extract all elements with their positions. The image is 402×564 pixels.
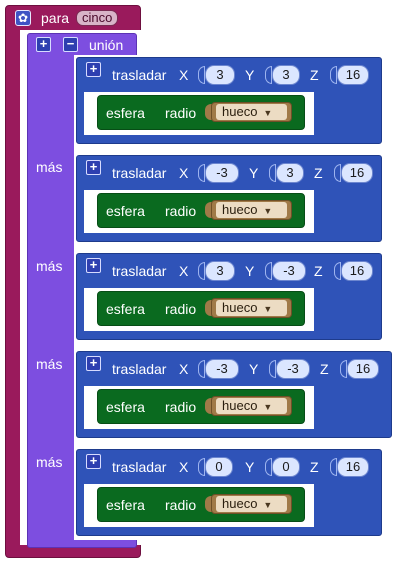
radius-variable-dropdown[interactable]: hueco ▼ <box>216 202 287 218</box>
z-label: Z <box>310 67 319 83</box>
union-else-label: más <box>36 356 63 372</box>
chevron-down-icon: ▼ <box>263 304 273 314</box>
radius-variable-dropdown[interactable]: hueco ▼ <box>216 104 287 120</box>
x-label: X <box>179 67 189 83</box>
sphere-label: esfera <box>106 301 145 317</box>
remove-input-button[interactable]: − <box>63 37 78 52</box>
z-label: Z <box>320 361 329 377</box>
translate-label: trasladar <box>112 459 167 475</box>
variable-name: hueco <box>222 496 258 511</box>
radius-variable-dropdown[interactable]: hueco ▼ <box>216 398 287 414</box>
z-value-field[interactable]: 16 <box>341 261 373 281</box>
translate-label: trasladar <box>112 361 167 377</box>
translate-plus-button[interactable]: + <box>86 454 101 469</box>
x-slot-connector <box>198 164 205 182</box>
z-value-field[interactable]: 16 <box>337 65 369 85</box>
z-slot-connector <box>334 262 341 280</box>
z-label: Z <box>314 263 323 279</box>
chevron-down-icon: ▼ <box>263 108 273 118</box>
procedure-name-field[interactable]: cinco <box>76 10 119 26</box>
translate-plus-button[interactable]: + <box>86 62 101 77</box>
x-label: X <box>179 459 189 475</box>
translate-plus-button[interactable]: + <box>86 258 101 273</box>
chevron-down-icon: ▼ <box>263 402 273 412</box>
translate-label: trasladar <box>112 67 167 83</box>
radius-label: radio <box>165 203 197 219</box>
y-slot-connector <box>265 262 272 280</box>
variable-name: hueco <box>222 398 258 413</box>
translate-plus-button[interactable]: + <box>86 356 101 371</box>
x-value-field[interactable]: 3 <box>205 65 235 85</box>
x-label: X <box>179 165 189 181</box>
union-label: unión <box>89 37 124 53</box>
x-slot-connector <box>198 458 205 476</box>
y-label: Y <box>249 165 259 181</box>
sphere-label: esfera <box>106 497 145 513</box>
x-slot-connector <box>198 66 205 84</box>
x-slot-connector <box>198 262 205 280</box>
variable-name: hueco <box>222 300 258 315</box>
sphere-label: esfera <box>106 203 145 219</box>
x-value-field[interactable]: 3 <box>205 261 235 281</box>
y-value-field[interactable]: 3 <box>276 163 304 183</box>
z-slot-connector <box>340 360 347 378</box>
z-slot-connector <box>330 458 337 476</box>
y-slot-connector <box>265 66 272 84</box>
radius-label: radio <box>165 301 197 317</box>
x-label: X <box>179 361 189 377</box>
sphere-label: esfera <box>106 399 145 415</box>
radius-variable-dropdown[interactable]: hueco ▼ <box>216 300 287 316</box>
radius-label: radio <box>165 105 197 121</box>
z-value-field[interactable]: 16 <box>341 163 373 183</box>
y-slot-connector <box>269 164 276 182</box>
union-else-label: más <box>36 454 63 470</box>
x-value-field[interactable]: -3 <box>205 359 239 379</box>
z-value-field[interactable]: 16 <box>347 359 379 379</box>
y-label: Y <box>245 263 255 279</box>
union-else-label: más <box>36 258 63 274</box>
z-value-field[interactable]: 16 <box>337 457 369 477</box>
z-label: Z <box>310 459 319 475</box>
y-label: Y <box>245 67 255 83</box>
y-slot-connector <box>269 360 276 378</box>
union-else-label: más <box>36 159 63 175</box>
translate-label: trasladar <box>112 263 167 279</box>
procedure-keyword: para <box>41 10 70 26</box>
radius-label: radio <box>165 497 197 513</box>
chevron-down-icon: ▼ <box>263 206 273 216</box>
z-label: Z <box>314 165 323 181</box>
y-label: Y <box>249 361 259 377</box>
z-slot-connector <box>330 66 337 84</box>
y-label: Y <box>245 459 255 475</box>
radius-variable-dropdown[interactable]: hueco ▼ <box>216 496 287 512</box>
gear-icon[interactable] <box>15 10 31 26</box>
translate-plus-button[interactable]: + <box>86 160 101 175</box>
y-value-field[interactable]: -3 <box>276 359 310 379</box>
sphere-label: esfera <box>106 105 145 121</box>
x-slot-connector <box>198 360 205 378</box>
translate-label: trasladar <box>112 165 167 181</box>
chevron-down-icon: ▼ <box>263 500 273 510</box>
x-label: X <box>179 263 189 279</box>
variable-name: hueco <box>222 202 258 217</box>
radius-label: radio <box>165 399 197 415</box>
y-value-field[interactable]: -3 <box>272 261 306 281</box>
x-value-field[interactable]: -3 <box>205 163 239 183</box>
variable-name: hueco <box>222 104 258 119</box>
add-input-button[interactable]: + <box>36 37 51 52</box>
z-slot-connector <box>334 164 341 182</box>
x-value-field[interactable]: 0 <box>205 457 233 477</box>
y-value-field[interactable]: 0 <box>272 457 300 477</box>
y-value-field[interactable]: 3 <box>272 65 300 85</box>
y-slot-connector <box>265 458 272 476</box>
